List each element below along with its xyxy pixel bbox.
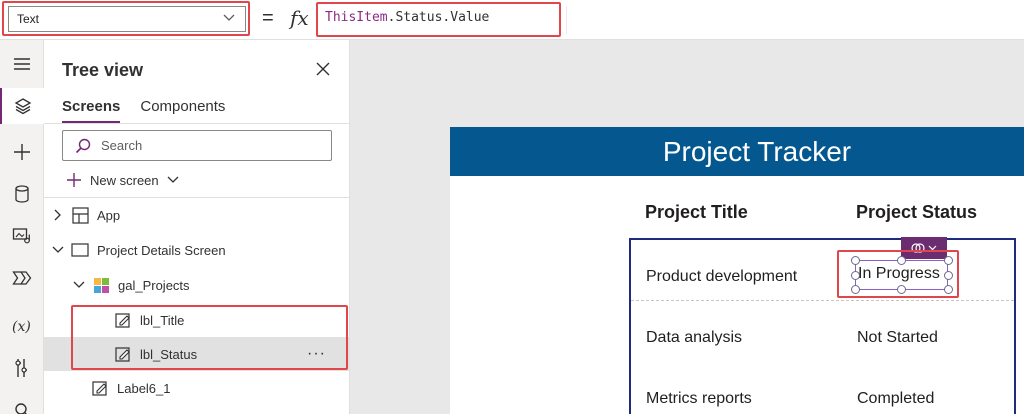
plus-icon	[67, 173, 81, 187]
gallery-icon	[92, 276, 110, 294]
resize-handle[interactable]	[944, 271, 953, 280]
resize-handle[interactable]	[851, 271, 860, 280]
tree-node-app[interactable]: App	[44, 198, 350, 232]
row-status[interactable]: Completed	[857, 390, 934, 408]
advanced-tools-icon[interactable]	[0, 350, 44, 386]
gallery-row-divider	[631, 300, 1014, 301]
row-title[interactable]: Metrics reports	[646, 390, 752, 408]
close-icon[interactable]	[314, 60, 332, 78]
resize-handle[interactable]	[897, 285, 906, 294]
node-label: Label6_1	[117, 380, 171, 396]
chevron-down-icon	[223, 14, 235, 21]
layers-icon[interactable]	[0, 88, 44, 124]
node-label: App	[97, 207, 121, 223]
tree-view-title: Tree view	[62, 60, 144, 80]
copilot-icon	[911, 243, 925, 253]
hamburger-icon[interactable]	[0, 46, 44, 82]
label-edit-icon	[91, 379, 109, 397]
more-options-icon[interactable]: ···	[307, 345, 326, 363]
tree-search-input[interactable]: Search	[62, 130, 332, 161]
svg-text:(x): (x)	[12, 319, 31, 335]
resize-handle[interactable]	[851, 256, 860, 265]
equals-sign: =	[262, 7, 274, 29]
data-cylinder-icon[interactable]	[0, 176, 44, 212]
new-screen-label: New screen	[90, 172, 159, 188]
formula-input[interactable]: ThisItem.Status.Value	[321, 6, 556, 32]
tree-node-lbl-title[interactable]: lbl_Title	[44, 303, 350, 337]
node-label: lbl_Status	[140, 346, 198, 362]
node-label: lbl_Title	[140, 312, 185, 328]
tree-node-gallery[interactable]: gal_Projects	[44, 268, 350, 302]
media-icon[interactable]	[0, 218, 44, 254]
node-label: gal_Projects	[118, 277, 190, 293]
new-screen-button[interactable]: New screen	[66, 169, 179, 191]
search-icon[interactable]	[0, 392, 44, 414]
chevron-down-icon	[928, 245, 937, 251]
tree-node-label6[interactable]: Label6_1	[44, 371, 350, 405]
chevron-down-icon	[72, 281, 86, 289]
tab-divider	[44, 123, 350, 124]
app-screen-preview[interactable]: Project Tracker Project Title Project St…	[450, 127, 1024, 414]
row-status: In Progress	[858, 265, 940, 282]
formula-bar: Text = fx ThisItem.Status.Value	[0, 0, 1024, 40]
left-rail: (x)	[0, 40, 44, 414]
tree-view-panel: Tree view Screens Components Search New …	[44, 40, 350, 414]
label-edit-icon	[114, 311, 132, 329]
tree-node-lbl-status[interactable]: lbl_Status ···	[44, 337, 350, 371]
chevron-down-icon	[51, 246, 65, 254]
copilot-chip[interactable]	[901, 237, 947, 259]
chevron-down-icon	[167, 176, 179, 183]
tree-tabs: Screens Components	[62, 98, 225, 124]
variables-icon[interactable]: (x)	[0, 308, 44, 344]
design-canvas[interactable]: Project Tracker Project Title Project St…	[350, 40, 1024, 414]
row-status[interactable]: Not Started	[857, 329, 938, 347]
app-grid-icon	[71, 206, 89, 224]
search-icon	[75, 138, 91, 154]
label-edit-icon	[114, 345, 132, 363]
node-label: Project Details Screen	[97, 242, 226, 258]
power-automate-icon[interactable]	[0, 260, 44, 296]
column-header-title: Project Title	[645, 202, 748, 222]
column-header-status: Project Status	[856, 202, 978, 222]
formula-input-extension[interactable]	[566, 6, 1020, 34]
screen-icon	[71, 241, 89, 259]
row-title[interactable]: Product development	[646, 268, 797, 286]
formula-path: .Status.Value	[387, 10, 490, 25]
tab-components[interactable]: Components	[140, 98, 225, 122]
property-dropdown[interactable]: Text	[8, 6, 246, 32]
resize-handle[interactable]	[944, 285, 953, 294]
insert-plus-icon[interactable]	[0, 134, 44, 170]
row-title[interactable]: Data analysis	[646, 329, 742, 347]
tab-screens[interactable]: Screens	[62, 98, 121, 124]
resize-handle[interactable]	[944, 256, 953, 265]
property-value: Text	[17, 12, 40, 26]
resize-handle[interactable]	[897, 256, 906, 265]
app-title: Project Tracker	[662, 135, 852, 167]
projects-gallery[interactable]	[629, 238, 1016, 414]
formula-keyword: ThisItem	[325, 10, 388, 25]
search-placeholder: Search	[101, 138, 143, 153]
fx-icon[interactable]: fx	[290, 6, 309, 30]
tree-node-screen[interactable]: Project Details Screen	[44, 233, 350, 267]
resize-handle[interactable]	[851, 285, 860, 294]
chevron-right-icon	[51, 209, 65, 221]
